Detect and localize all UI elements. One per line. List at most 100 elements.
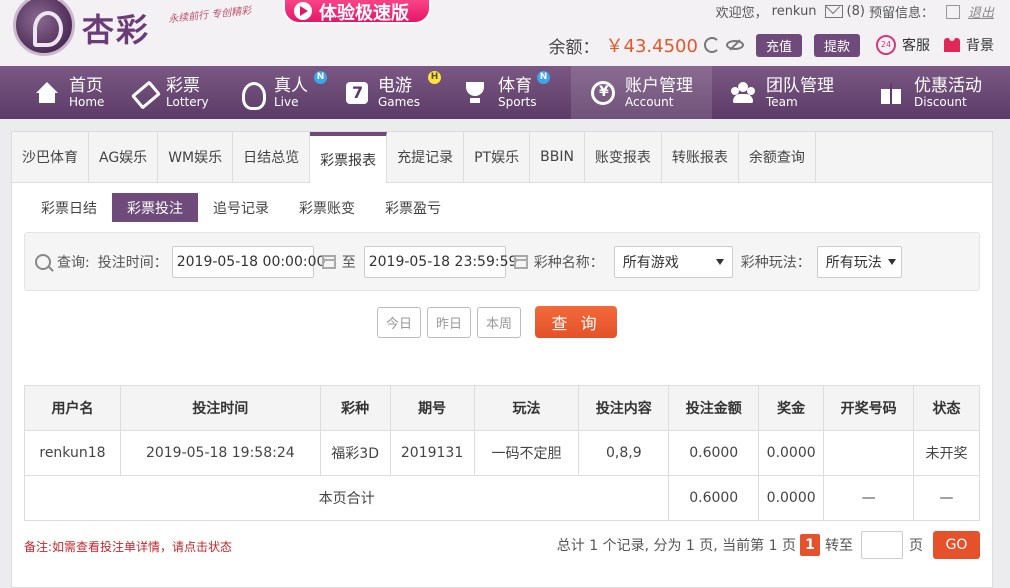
chevron-down-icon [715, 258, 724, 265]
tab-deposit-withdraw[interactable]: 充提记录 [387, 132, 465, 182]
play-icon [294, 2, 312, 20]
cell-play-type: 一码不定胆 [473, 430, 580, 476]
this-week-button[interactable]: 本周 [477, 306, 522, 338]
tab-bbin[interactable]: BBIN [530, 132, 585, 182]
subtab-profit-loss[interactable]: 彩票盈亏 [370, 193, 456, 222]
tab-account-change[interactable]: 账变报表 [585, 132, 662, 182]
play-type-select[interactable]: 所有玩法 [816, 245, 902, 278]
team-icon [730, 80, 756, 106]
summary-amount: 0.6000 [668, 475, 760, 521]
column-header: 期号 [389, 385, 475, 431]
page-jump-input[interactable] [861, 531, 903, 559]
go-button[interactable]: GO [933, 531, 980, 559]
calendar-icon[interactable] [513, 254, 528, 269]
column-header: 彩种 [319, 385, 391, 431]
footer-note: 备注:如需查看投注单详情，请点击状态 [24, 540, 233, 554]
tab-pt[interactable]: PT娱乐 [464, 132, 531, 182]
nav-item-games[interactable]: 电游Games H [346, 66, 462, 119]
query-label: 查询: [57, 254, 90, 271]
brand-logo-text[interactable]: 杏彩 [82, 5, 150, 51]
nav-label: 优惠活动 [914, 75, 982, 96]
tab-saba-sports[interactable]: 沙巴体育 [12, 132, 89, 182]
nav-sublabel: Lottery [166, 94, 209, 109]
nav-label: 首页 [69, 75, 103, 96]
calendar-icon[interactable] [321, 254, 336, 269]
customer-service-link[interactable]: 客服 [902, 35, 930, 55]
summary-status: — [913, 475, 980, 521]
status-link[interactable]: 未开奖 [913, 430, 980, 476]
bet-records-table: 用户名 投注时间 彩种 期号 玩法 投注内容 投注金额 奖金 开奖号码 状态 r… [23, 385, 980, 521]
tab-transfer-report[interactable]: 转账报表 [662, 132, 739, 182]
nav-item-sports[interactable]: 体育 Sports N [462, 66, 571, 119]
column-header: 开奖号码 [823, 385, 915, 431]
tab-ag[interactable]: AG娱乐 [89, 132, 159, 182]
column-header: 奖金 [758, 385, 825, 431]
cell-bet-content: 0,8,9 [578, 430, 670, 476]
deposit-button[interactable]: 充值 [755, 33, 802, 57]
start-time-input[interactable]: 2019-05-18 00:00:00 [171, 245, 325, 278]
logout-link[interactable]: 退出 [968, 2, 994, 21]
game-select[interactable]: 所有游戏 [613, 245, 733, 278]
nav-sublabel: Team [766, 94, 798, 109]
subtab-bets[interactable]: 彩票投注 [112, 193, 198, 222]
nav-item-team[interactable]: 团队管理 Team [712, 66, 858, 119]
column-header: 投注时间 [119, 385, 321, 431]
new-badge: N [537, 71, 550, 84]
current-page-number[interactable]: 1 [800, 534, 820, 556]
query-button[interactable]: 查 询 [535, 306, 618, 338]
summary-draw: — [823, 475, 915, 521]
mail-count[interactable]: (8) [847, 4, 865, 19]
nav-label: 电游 [378, 75, 412, 96]
withdraw-button[interactable]: 提款 [813, 33, 860, 57]
hide-balance-icon[interactable] [725, 40, 744, 50]
search-filter-bar: 查询: 投注时间： 2019-05-18 00:00:00 至 2019-05-… [24, 232, 980, 291]
tab-wm[interactable]: WM娱乐 [158, 132, 234, 182]
user-info-bar: 欢迎您， renkun (8) 预留信息： 退出 [716, 2, 994, 21]
header: 杏彩 永续前行 专创精彩 体验极速版 欢迎您， renkun (8) 预留信息：… [0, 0, 1010, 66]
cell-bet-amount: 0.6000 [668, 430, 760, 476]
column-header: 投注内容 [578, 385, 670, 431]
end-time-input[interactable]: 2019-05-18 23:59:59 [363, 245, 517, 278]
nav-item-home[interactable]: 首页 Home [0, 66, 130, 119]
search-icon [35, 253, 51, 270]
ticket-icon [130, 80, 156, 106]
nav-item-account[interactable]: 账户管理Account [571, 66, 712, 119]
lottery-subtabs: 彩票日结 彩票投注 追号记录 彩票账变 彩票盈亏 [26, 193, 456, 222]
tab-lottery-report[interactable]: 彩票报表 [310, 132, 388, 183]
table-header-row: 用户名 投注时间 彩种 期号 玩法 投注内容 投注金额 奖金 开奖号码 状态 [24, 385, 980, 431]
trophy-icon [462, 80, 488, 106]
tab-balance-query[interactable]: 余额查询 [739, 132, 816, 182]
brand-logo-mark[interactable] [13, 0, 75, 56]
nav-item-live[interactable]: 真人 Live N [238, 66, 346, 119]
pager-summary: 总计 1 个记录, 分为 1 页, 当前第 1 页 [556, 538, 796, 554]
tab-daily-overview[interactable]: 日结总览 [233, 132, 311, 182]
balance-label: 余额： [548, 37, 600, 58]
subtab-daily[interactable]: 彩票日结 [26, 193, 112, 222]
nav-label: 彩票 [166, 75, 200, 96]
promo-fast-version-button[interactable]: 体验极速版 [283, 0, 431, 24]
nav-item-discount[interactable]: 优惠活动 Discount [858, 66, 998, 119]
refresh-icon[interactable] [703, 37, 720, 53]
yesterday-button[interactable]: 昨日 [427, 306, 472, 338]
edit-icon[interactable] [945, 4, 960, 19]
reserved-info-label: 预留信息： [868, 6, 934, 21]
nav-item-lottery[interactable]: 彩票 Lottery [130, 66, 238, 119]
nav-sublabel: Discount [914, 94, 967, 109]
yen-icon [591, 80, 615, 105]
subtab-chase[interactable]: 追号记录 [198, 193, 284, 222]
skin-link[interactable]: 背景 [966, 35, 994, 55]
username: renkun [771, 4, 817, 19]
subtab-account-change[interactable]: 彩票账变 [284, 193, 370, 222]
customer-service-icon[interactable]: 24 [876, 35, 896, 55]
to-label: 至 [341, 254, 356, 271]
today-button[interactable]: 今日 [377, 306, 422, 338]
nav-label: 真人 [274, 75, 308, 96]
game-select-value: 所有游戏 [622, 254, 679, 271]
mail-icon[interactable] [824, 5, 843, 18]
shirt-icon[interactable] [944, 35, 960, 52]
nav-sublabel: Account [625, 94, 674, 109]
column-header: 状态 [913, 385, 980, 431]
summary-bonus: 0.0000 [758, 475, 825, 521]
game-name-label: 彩种名称： [533, 254, 604, 271]
play-type-value: 所有玩法 [825, 254, 882, 271]
